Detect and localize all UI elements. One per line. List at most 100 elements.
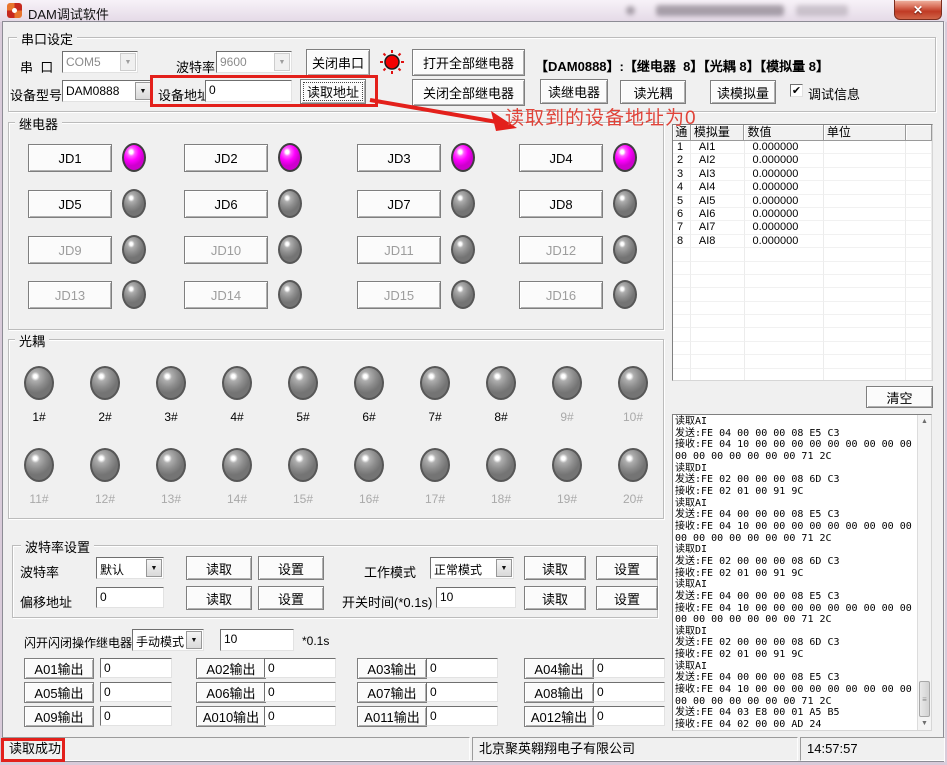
- title-bar: DAM调试软件: [0, 0, 947, 22]
- relay-button-jd8[interactable]: JD8: [519, 190, 603, 218]
- baud-set-button[interactable]: 设置: [258, 556, 324, 580]
- offset-address-input[interactable]: 0: [96, 587, 164, 608]
- background-window-blur: [796, 5, 848, 16]
- output-value-input-a05[interactable]: 0: [100, 682, 172, 702]
- switch-time-read-button[interactable]: 读取: [524, 586, 586, 610]
- close-button[interactable]: ✕: [894, 0, 942, 20]
- output-button-a03[interactable]: A03输出: [357, 658, 427, 679]
- output-value-input-a01[interactable]: 0: [100, 658, 172, 678]
- output-value-input-a07[interactable]: 0: [426, 682, 498, 702]
- table-cell: [673, 315, 691, 328]
- debug-log-box[interactable]: 读取AI 发送:FE 04 00 00 00 08 E5 C3 接收:FE 04…: [672, 414, 932, 731]
- output-value-input-a02[interactable]: 0: [264, 658, 336, 678]
- opto-led-18: [486, 448, 516, 482]
- annotation-arrow-icon: [365, 95, 525, 137]
- relay-led-jd15: [451, 280, 475, 309]
- work-mode-set-button[interactable]: 设置: [596, 556, 658, 580]
- output-value-input-a03[interactable]: 0: [426, 658, 498, 678]
- table-row: [673, 315, 932, 328]
- work-mode-read-button[interactable]: 读取: [524, 556, 586, 580]
- port-value: COM5: [66, 55, 101, 69]
- relay-button-jd3[interactable]: JD3: [357, 144, 441, 172]
- read-analog-button[interactable]: 读模拟量: [710, 80, 776, 104]
- offset-read-button[interactable]: 读取: [186, 586, 252, 610]
- opto-label-18: 18#: [481, 492, 521, 506]
- output-button-a010[interactable]: A010输出: [196, 706, 266, 727]
- table-cell: [673, 369, 691, 381]
- offset-set-button[interactable]: 设置: [258, 586, 324, 610]
- opto-label-12: 12#: [85, 492, 125, 506]
- company-panel: 北京聚英翱翔电子有限公司: [472, 737, 798, 761]
- output-button-a05[interactable]: A05输出: [24, 682, 94, 703]
- table-row: [673, 369, 932, 381]
- table-row: [673, 355, 932, 368]
- opto-led-8: [486, 366, 516, 400]
- read-relay-button[interactable]: 读继电器: [540, 79, 608, 104]
- relay-button-jd1[interactable]: JD1: [28, 144, 112, 172]
- model-label: 设备型号: [10, 85, 62, 104]
- output-button-a011[interactable]: A011输出: [357, 706, 427, 727]
- switch-time-input[interactable]: 10: [436, 587, 516, 608]
- output-value-input-a012[interactable]: 0: [593, 706, 665, 726]
- relay-button-jd5[interactable]: JD5: [28, 190, 112, 218]
- table-cell: [824, 342, 906, 355]
- output-button-a08[interactable]: A08输出: [524, 682, 594, 703]
- model-select[interactable]: DAM0888 ▼: [62, 80, 153, 102]
- flash-time-input[interactable]: 10: [220, 629, 294, 651]
- output-value-input-a06[interactable]: 0: [264, 682, 336, 702]
- log-scrollbar[interactable]: ▲ ≡ ▼: [917, 415, 931, 730]
- table-cell: [824, 369, 906, 381]
- opto-led-17: [420, 448, 450, 482]
- baud-read-button[interactable]: 读取: [186, 556, 252, 580]
- work-mode-select[interactable]: 正常模式 ▼: [430, 557, 514, 579]
- table-row: [673, 342, 932, 355]
- scroll-up-icon[interactable]: ▲: [918, 415, 931, 428]
- table-cell: AI3: [691, 168, 745, 181]
- output-value-input-a04[interactable]: 0: [593, 658, 665, 678]
- clear-log-button[interactable]: 清空: [866, 386, 933, 408]
- work-mode-label: 工作模式: [364, 562, 416, 581]
- output-button-a04[interactable]: A04输出: [524, 658, 594, 679]
- table-row: [673, 275, 932, 288]
- opto-led-1: [24, 366, 54, 400]
- switch-time-set-button[interactable]: 设置: [596, 586, 658, 610]
- baud-setting-select[interactable]: 默认 ▼: [96, 557, 164, 579]
- output-button-a01[interactable]: A01输出: [24, 658, 94, 679]
- relay-button-jd13: JD13: [28, 281, 112, 309]
- relay-led-jd10: [278, 235, 302, 264]
- opto-label-3: 3#: [151, 410, 191, 424]
- relay-button-jd6[interactable]: JD6: [184, 190, 268, 218]
- output-button-a02[interactable]: A02输出: [196, 658, 266, 679]
- scrollbar-thumb[interactable]: ≡: [919, 681, 930, 717]
- table-cell: [673, 355, 691, 368]
- output-button-a07[interactable]: A07输出: [357, 682, 427, 703]
- analog-table: 通模拟量数值单位 1AI10.0000002AI20.0000003AI30.0…: [672, 124, 933, 381]
- relay-button-jd2[interactable]: JD2: [184, 144, 268, 172]
- table-cell: [824, 221, 906, 234]
- relay-button-jd4[interactable]: JD4: [519, 144, 603, 172]
- table-cell: 0.000000: [745, 154, 824, 167]
- debug-info-checkbox[interactable]: ✔: [790, 84, 803, 97]
- table-cell: [691, 262, 745, 275]
- relay-button-jd7[interactable]: JD7: [357, 190, 441, 218]
- opto-label-7: 7#: [415, 410, 455, 424]
- output-value-input-a08[interactable]: 0: [593, 682, 665, 702]
- read-opto-button[interactable]: 读光耦: [620, 80, 686, 104]
- output-button-a09[interactable]: A09输出: [24, 706, 94, 727]
- close-serial-button[interactable]: 关闭串口: [306, 49, 370, 76]
- output-button-a012[interactable]: A012输出: [524, 706, 594, 727]
- table-cell: [673, 328, 691, 341]
- open-all-relays-button[interactable]: 打开全部继电器: [412, 49, 525, 76]
- flash-mode-select[interactable]: 手动模式 ▼: [132, 629, 204, 651]
- opto-led-4: [222, 366, 252, 400]
- scroll-down-icon[interactable]: ▼: [918, 717, 931, 730]
- opto-led-16: [354, 448, 384, 482]
- output-value-input-a011[interactable]: 0: [426, 706, 498, 726]
- table-cell: [691, 355, 745, 368]
- output-value-input-a09[interactable]: 0: [100, 706, 172, 726]
- table-cell: [691, 248, 745, 261]
- output-button-a06[interactable]: A06输出: [196, 682, 266, 703]
- output-value-input-a010[interactable]: 0: [264, 706, 336, 726]
- baud-setting-value: 默认: [100, 561, 124, 578]
- window-frame-left: [0, 22, 2, 765]
